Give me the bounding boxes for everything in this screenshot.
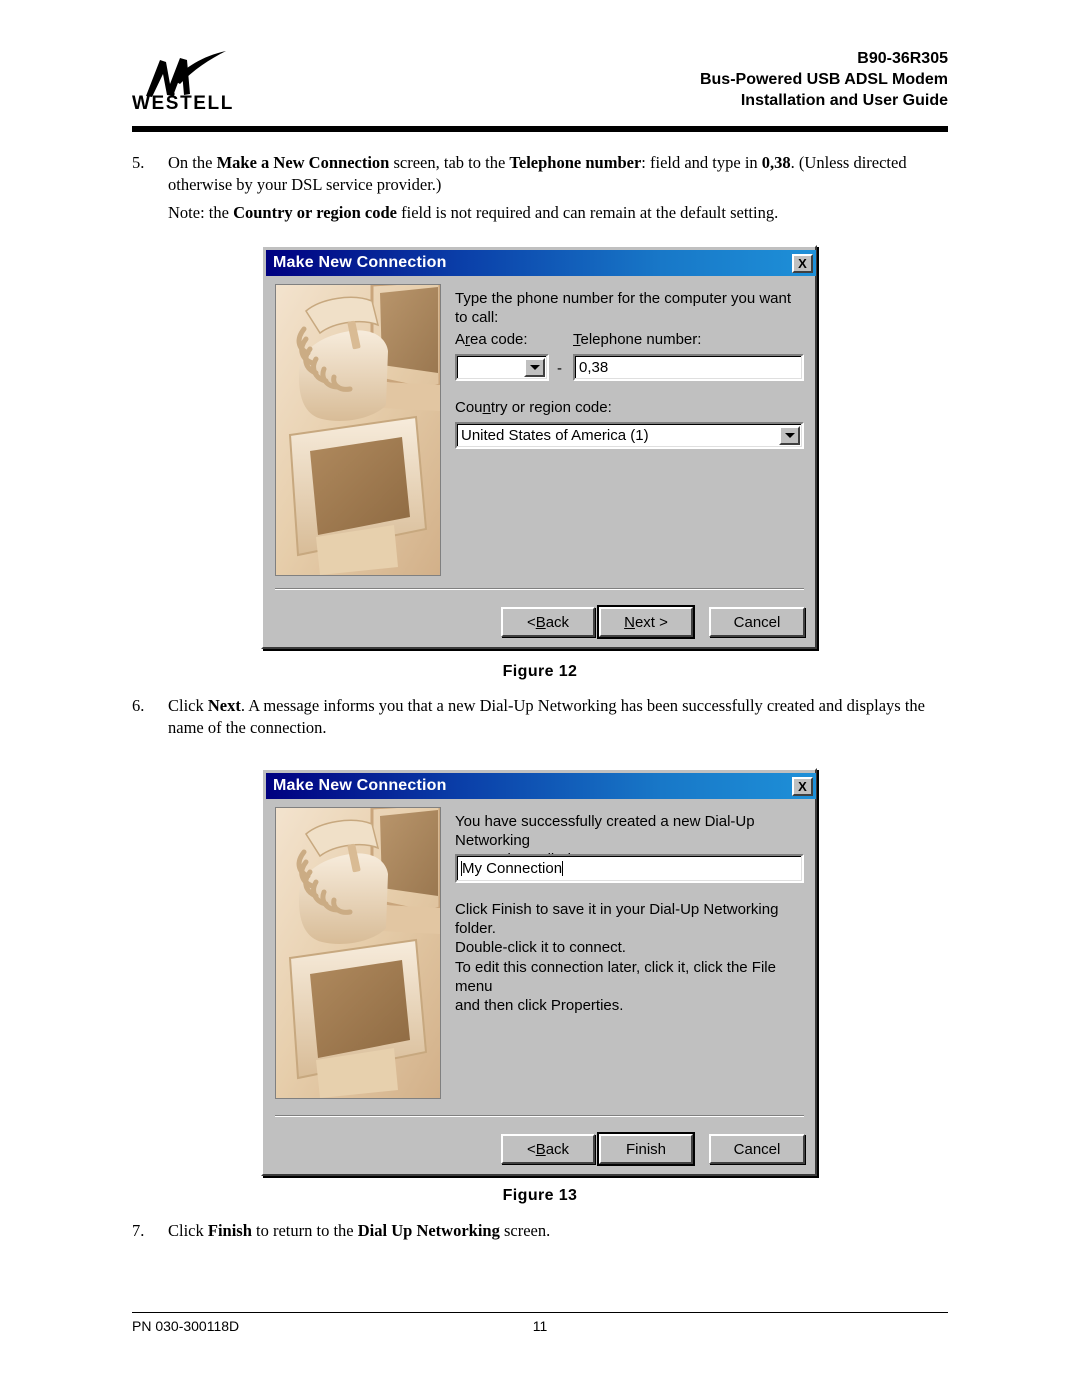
footer-rule xyxy=(132,1312,948,1313)
header-product-name: Bus-Powered USB ADSL Modem xyxy=(699,71,948,88)
westell-wordmark: WESTELL xyxy=(132,93,234,114)
step-6: 6. Click Next. A message informs you tha… xyxy=(132,695,952,739)
telephone-number-label: Telephone number: xyxy=(573,331,702,348)
dialog-12-separator xyxy=(275,588,804,590)
step-5-text: On the Make a New Connection screen, tab… xyxy=(168,152,952,196)
telephone-number-input[interactable]: 0,38 xyxy=(573,354,804,381)
step-5: 5. On the Make a New Connection screen, … xyxy=(132,152,952,196)
footer-page-number: 11 xyxy=(532,1318,548,1334)
step-7: 7. Click Finish to return to the Dial Up… xyxy=(132,1220,952,1242)
step-7-part3: screen. xyxy=(499,1221,551,1240)
cancel-button[interactable]: Cancel xyxy=(709,607,805,637)
back-button[interactable]: < Back xyxy=(501,607,595,637)
telephone-number-value: 0,38 xyxy=(579,359,609,376)
header-model-number: B90-36R305 xyxy=(857,50,948,67)
dialog-12-titlebar[interactable]: Make New Connection X xyxy=(266,250,816,276)
step-7-part2: to return to the xyxy=(251,1221,358,1240)
step-5-note: Note: the Country or region code field i… xyxy=(168,202,958,224)
step-7-part1: Click xyxy=(168,1221,208,1240)
back-button[interactable]: < Back xyxy=(501,1134,595,1164)
dialog-13-body-1: Click Finish to save it in your Dial-Up … xyxy=(455,901,779,956)
note-part2: field is not required and can remain at … xyxy=(397,203,779,222)
step-7-bold1: Finish xyxy=(207,1221,252,1240)
westell-logo: WESTELL xyxy=(132,50,252,122)
telephone-monitor-photo-12 xyxy=(275,284,441,576)
step-5-number: 5. xyxy=(132,153,145,172)
step-6-part2: . A message informs you that a new Dial-… xyxy=(168,696,925,737)
cancel-button[interactable]: Cancel xyxy=(709,1134,805,1164)
header-title-block: B90-36R305 Bus-Powered USB ADSL Modem In… xyxy=(700,48,948,111)
header-rule xyxy=(132,126,948,132)
close-icon[interactable]: X xyxy=(792,253,813,273)
area-code-combobox[interactable] xyxy=(455,354,549,381)
step-6-bold1: Next xyxy=(207,696,241,715)
step-6-number: 6. xyxy=(132,696,145,715)
step-5-part3: : field and type in xyxy=(641,153,762,172)
step-5-bold2: Telephone number xyxy=(509,153,642,172)
dialog-13-titlebar[interactable]: Make New Connection X xyxy=(266,773,816,799)
figure-13-caption: Figure 13 xyxy=(502,1187,578,1204)
figure-12-caption: Figure 12 xyxy=(502,663,578,680)
step-5-part1: On the xyxy=(168,153,217,172)
telephone-monitor-photo-13 xyxy=(275,807,441,1099)
make-new-connection-dialog-13[interactable]: Make New Connection X You have successfu… xyxy=(261,768,817,1176)
step-6-part1: Click xyxy=(168,696,208,715)
step-7-number: 7. xyxy=(132,1221,145,1240)
step-5-bold3: 0,38 xyxy=(761,153,791,172)
step-5-part2: screen, tab to the xyxy=(389,153,510,172)
country-region-code-combobox[interactable]: United States of America (1) xyxy=(455,422,804,449)
step-5-bold1: Make a New Connection xyxy=(216,153,390,172)
country-region-code-label: Country or region code: xyxy=(455,399,612,416)
westell-w-brushstroke-logo xyxy=(140,50,240,98)
finish-button[interactable]: Finish xyxy=(597,1132,695,1166)
make-new-connection-dialog-12[interactable]: Make New Connection X Type the phone num… xyxy=(261,245,817,649)
connection-name-input[interactable]: My Connection xyxy=(455,854,804,883)
text-caret-end xyxy=(562,861,564,876)
chevron-down-icon[interactable] xyxy=(779,426,800,445)
step-7-bold2: Dial Up Networking xyxy=(357,1221,500,1240)
area-code-label: Area code: xyxy=(455,331,528,348)
dialog-12-prompt: Type the phone number for the computer y… xyxy=(455,290,792,326)
dialog-13-title: Make New Connection xyxy=(273,777,447,794)
chevron-down-icon[interactable] xyxy=(524,358,545,377)
header-guide-title: Installation and User Guide xyxy=(740,92,948,109)
close-icon[interactable]: X xyxy=(792,776,813,796)
connection-name-value: My Connection xyxy=(462,860,563,877)
note-bold1: Country or region code xyxy=(233,203,397,222)
step-7-text: Click Finish to return to the Dial Up Ne… xyxy=(168,1220,952,1242)
phone-dash-separator: - xyxy=(557,360,562,377)
country-region-code-value: United States of America (1) xyxy=(461,427,649,444)
step-6-text: Click Next. A message informs you that a… xyxy=(168,695,952,739)
note-part1: Note: the xyxy=(168,203,234,222)
next-button[interactable]: Next > xyxy=(597,605,695,639)
dialog-13-separator xyxy=(275,1115,804,1117)
page-header: WESTELL B90-36R305 Bus-Powered USB ADSL … xyxy=(132,48,948,124)
dialog-12-title: Make New Connection xyxy=(273,254,447,271)
dialog-13-body-2: To edit this connection later, click it,… xyxy=(455,959,776,1014)
document-page: WESTELL B90-36R305 Bus-Powered USB ADSL … xyxy=(0,0,1080,1397)
